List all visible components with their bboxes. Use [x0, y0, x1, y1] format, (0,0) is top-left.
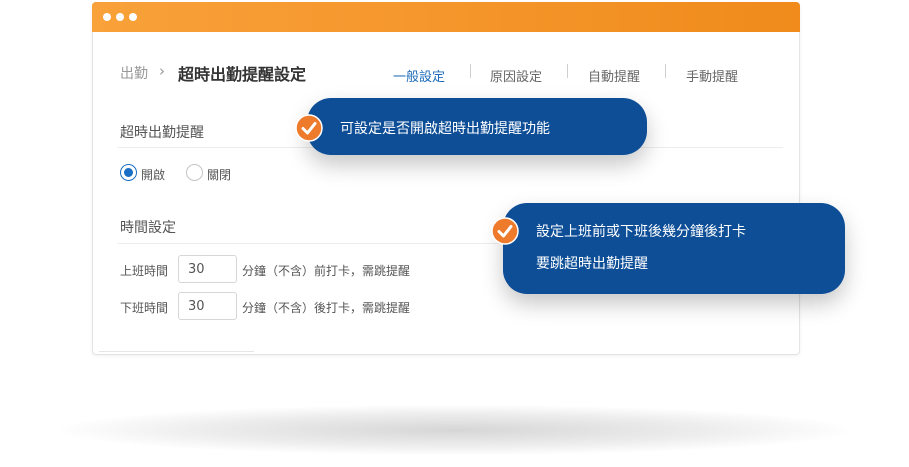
window-dot-3[interactable]: [129, 13, 137, 21]
window-floor-shadow: [60, 405, 850, 455]
callout-enable-tip: 可設定是否開啟超時出勤提醒功能: [307, 98, 647, 155]
callout-text: 可設定是否開啟超時出勤提醒功能: [340, 121, 550, 137]
tab-divider: [470, 64, 471, 78]
start-time-suffix: 分鐘（不含）前打卡，需跳提醒: [242, 264, 411, 278]
tab-auto-reminder[interactable]: 自動提醒: [588, 66, 640, 85]
callout-text-line-2: 要跳超時出勤提醒: [536, 256, 648, 272]
breadcrumb-parent[interactable]: 出勤: [120, 63, 148, 83]
section-title-time-settings: 時間設定: [120, 220, 176, 236]
window-titlebar: [92, 2, 800, 32]
chevron-right-icon: ›: [159, 62, 165, 80]
tab-divider: [665, 64, 666, 78]
tab-divider: [567, 64, 568, 78]
radio-disable[interactable]: [186, 164, 203, 181]
radio-enable[interactable]: [120, 164, 137, 181]
app-window: 出勤 › 超時出勤提醒設定 一般設定 原因設定 自動提醒 手動提醒 超時出勤提醒…: [92, 2, 800, 355]
section-title-overtime-reminder: 超時出勤提醒: [120, 125, 204, 141]
radio-disable-label[interactable]: 關閉: [207, 166, 231, 183]
tab-reason-settings[interactable]: 原因設定: [490, 66, 542, 85]
check-badge-icon: [295, 114, 323, 142]
window-dot-1[interactable]: [103, 13, 111, 21]
end-time-label: 下班時間: [120, 301, 169, 315]
radio-enable-label[interactable]: 開啟: [141, 166, 165, 183]
check-badge-icon: [491, 217, 519, 245]
end-time-suffix: 分鐘（不含）後打卡，需跳提醒: [242, 301, 411, 315]
callout-text-line-1: 設定上班前或下班後幾分鐘後打卡: [536, 224, 746, 240]
end-minutes-input[interactable]: [178, 292, 237, 320]
start-minutes-input[interactable]: [178, 255, 237, 283]
window-dot-2[interactable]: [116, 13, 124, 21]
page-title: 超時出勤提醒設定: [178, 65, 307, 84]
tab-general-settings[interactable]: 一般設定: [393, 66, 445, 85]
start-time-label: 上班時間: [120, 264, 169, 278]
callout-time-tip: 設定上班前或下班後幾分鐘後打卡 要跳超時出勤提醒: [503, 203, 845, 294]
tab-manual-reminder[interactable]: 手動提醒: [686, 66, 738, 85]
bottom-divider: [99, 351, 254, 352]
